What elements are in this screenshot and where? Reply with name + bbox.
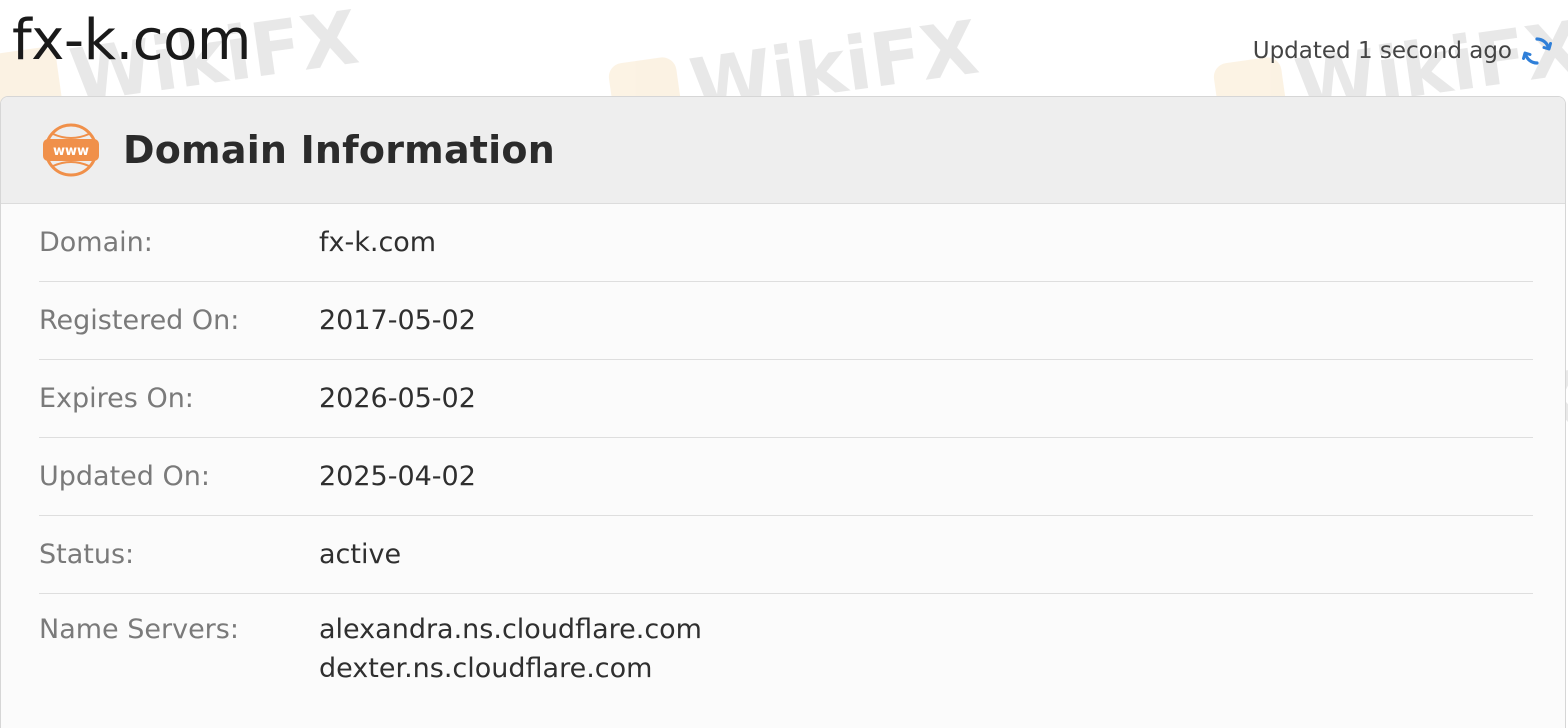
card-header: www Domain Information [1,97,1565,204]
refresh-icon[interactable] [1520,34,1554,68]
domain-info-card: www Domain Information Domain: fx-k.com … [0,96,1566,728]
svg-text:www: www [53,144,89,159]
name-server: alexandra.ns.cloudflare.com [319,614,702,645]
name-server: dexter.ns.cloudflare.com [319,653,653,684]
row-registered-on: Registered On: 2017-05-02 [39,282,1533,360]
row-expires-on: Expires On: 2026-05-02 [39,360,1533,438]
row-label: Registered On: [39,305,240,336]
row-value: active [319,539,402,570]
row-label: Domain: [39,227,153,258]
row-label: Name Servers: [39,614,239,645]
info-table: Domain: fx-k.com Registered On: 2017-05-… [1,204,1565,684]
card-title: Domain Information [123,128,555,172]
www-globe-icon: www [41,122,101,178]
row-label: Expires On: [39,383,194,414]
row-status: Status: active [39,516,1533,594]
page-title: fx-k.com [12,8,251,73]
row-updated-on: Updated On: 2025-04-02 [39,438,1533,516]
update-status: Updated 1 second ago [1253,34,1554,68]
row-value-list: alexandra.ns.cloudflare.com dexter.ns.cl… [319,614,702,684]
row-name-servers: Name Servers: alexandra.ns.cloudflare.co… [39,594,1533,684]
row-value: fx-k.com [319,227,437,258]
row-value: 2017-05-02 [319,305,476,336]
updated-text: Updated 1 second ago [1252,38,1512,64]
page: WikiFX WikiFX WikiFX WikiFX WikiFX WikiF… [0,0,1568,728]
row-value: 2026-05-02 [319,383,476,414]
row-value: 2025-04-02 [319,461,476,492]
row-label: Status: [39,539,135,570]
row-domain: Domain: fx-k.com [39,204,1533,282]
row-label: Updated On: [39,461,210,492]
